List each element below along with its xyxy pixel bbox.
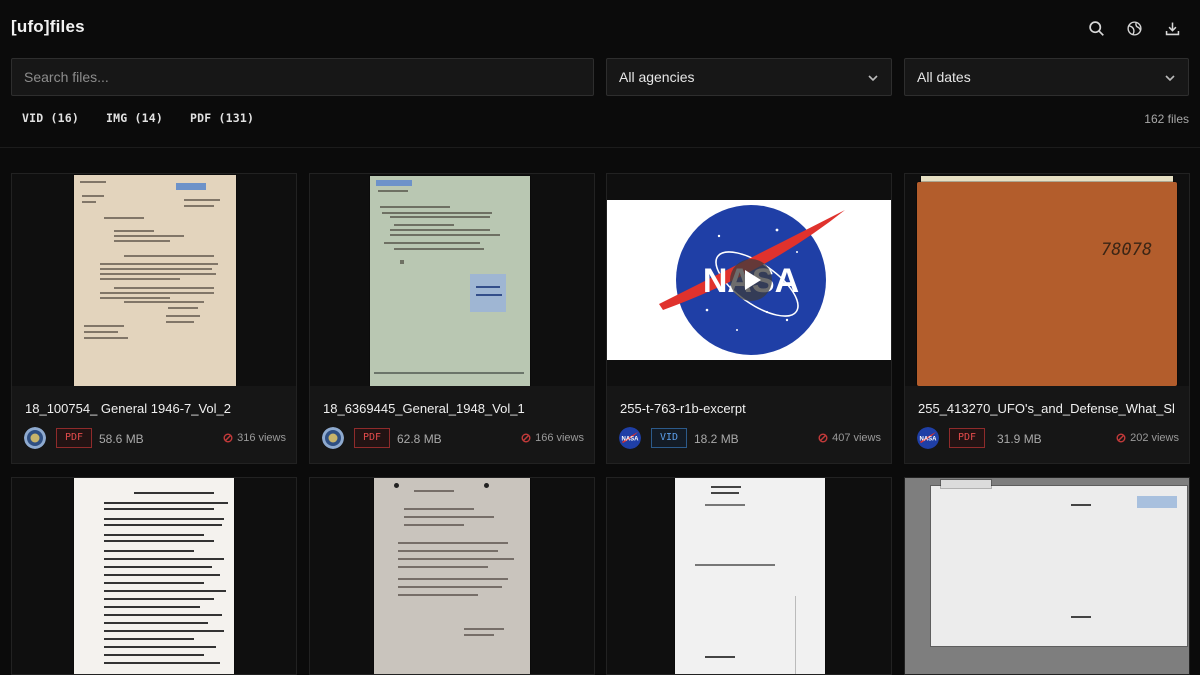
view-count-text: 166 views xyxy=(535,432,584,444)
app-logo[interactable]: [ufo]files xyxy=(11,17,85,37)
file-card[interactable]: NASA 255-t-763-r1b-excerpt NASA VID 18.2… xyxy=(606,173,892,464)
views-icon xyxy=(521,433,531,443)
file-title[interactable]: 18_100754_ General 1946-7_Vol_2 xyxy=(25,401,287,416)
file-size: 31.9 MB xyxy=(997,432,1042,446)
dod-seal-icon xyxy=(322,427,344,449)
file-meta: PDF 62.8 MB 166 views xyxy=(322,426,584,450)
views-icon xyxy=(223,433,233,443)
file-meta: NASA VID 18.2 MB 407 views xyxy=(619,426,881,450)
file-card[interactable]: 18_100754_ General 1946-7_Vol_2 PDF 58.6… xyxy=(11,173,297,464)
nasa-logo-icon: NASA xyxy=(917,427,939,449)
file-card[interactable]: 78078 255_413270_UFO's_and_Defense_What_… xyxy=(904,173,1190,464)
file-card[interactable] xyxy=(309,477,595,675)
view-count: 202 views xyxy=(1116,432,1179,444)
globe-icon[interactable] xyxy=(1124,18,1144,38)
folder-handwritten-number: 78078 xyxy=(1101,240,1153,260)
chevron-down-icon xyxy=(1165,75,1175,82)
dod-seal-icon xyxy=(24,427,46,449)
chevron-down-icon xyxy=(868,75,878,82)
chip-vid[interactable]: VID (16) xyxy=(22,111,79,125)
file-type-badge: PDF xyxy=(949,428,986,448)
file-thumbnail xyxy=(607,478,891,674)
file-title[interactable]: 255_413270_UFO's_and_Defense_What_Sl xyxy=(918,401,1180,416)
file-size: 18.2 MB xyxy=(694,432,739,446)
date-select[interactable]: All dates xyxy=(904,58,1189,96)
view-count-text: 407 views xyxy=(832,432,881,444)
file-size: 62.8 MB xyxy=(397,432,442,446)
file-thumbnail: 78078 xyxy=(905,174,1189,386)
file-card[interactable]: 18_6369445_General_1948_Vol_1 PDF 62.8 M… xyxy=(309,173,595,464)
file-thumbnail xyxy=(310,478,594,674)
file-type-badge: VID xyxy=(651,428,688,448)
view-count: 316 views xyxy=(223,432,286,444)
file-title[interactable]: 255-t-763-r1b-excerpt xyxy=(620,401,882,416)
view-count-text: 316 views xyxy=(237,432,286,444)
top-bar: [ufo]files xyxy=(0,0,1200,56)
chip-img[interactable]: IMG (14) xyxy=(106,111,163,125)
file-title[interactable]: 18_6369445_General_1948_Vol_1 xyxy=(323,401,585,416)
download-icon[interactable] xyxy=(1162,18,1182,38)
file-thumbnail xyxy=(905,478,1189,674)
file-thumbnail xyxy=(310,174,594,386)
file-card[interactable] xyxy=(606,477,892,675)
search-input[interactable] xyxy=(11,58,594,96)
file-meta: NASA PDF 31.9 MB 202 views xyxy=(917,426,1179,450)
file-thumbnail xyxy=(12,478,296,674)
file-size: 58.6 MB xyxy=(99,432,144,446)
view-count-text: 202 views xyxy=(1130,432,1179,444)
svg-text:NASA: NASA xyxy=(919,437,937,443)
chip-pdf[interactable]: PDF (131) xyxy=(190,111,254,125)
file-thumbnail xyxy=(12,174,296,386)
file-card[interactable] xyxy=(904,477,1190,675)
nasa-logo-icon: NASA xyxy=(619,427,641,449)
views-icon xyxy=(1116,433,1126,443)
view-count: 407 views xyxy=(818,432,881,444)
view-count: 166 views xyxy=(521,432,584,444)
agency-select-value: All agencies xyxy=(619,69,695,85)
file-card[interactable] xyxy=(11,477,297,675)
divider xyxy=(0,147,1200,148)
views-icon xyxy=(818,433,828,443)
agency-select[interactable]: All agencies xyxy=(606,58,892,96)
video-thumbnail: NASA xyxy=(607,174,891,386)
file-type-badge: PDF xyxy=(56,428,93,448)
file-count: 162 files xyxy=(1144,112,1189,126)
play-button[interactable] xyxy=(730,259,772,301)
file-type-badge: PDF xyxy=(354,428,391,448)
svg-text:NASA: NASA xyxy=(621,437,639,443)
date-select-value: All dates xyxy=(917,69,971,85)
file-meta: PDF 58.6 MB 316 views xyxy=(24,426,286,450)
type-filter-chips: VID (16) IMG (14) PDF (131) xyxy=(22,111,254,125)
search-icon[interactable] xyxy=(1086,18,1106,38)
